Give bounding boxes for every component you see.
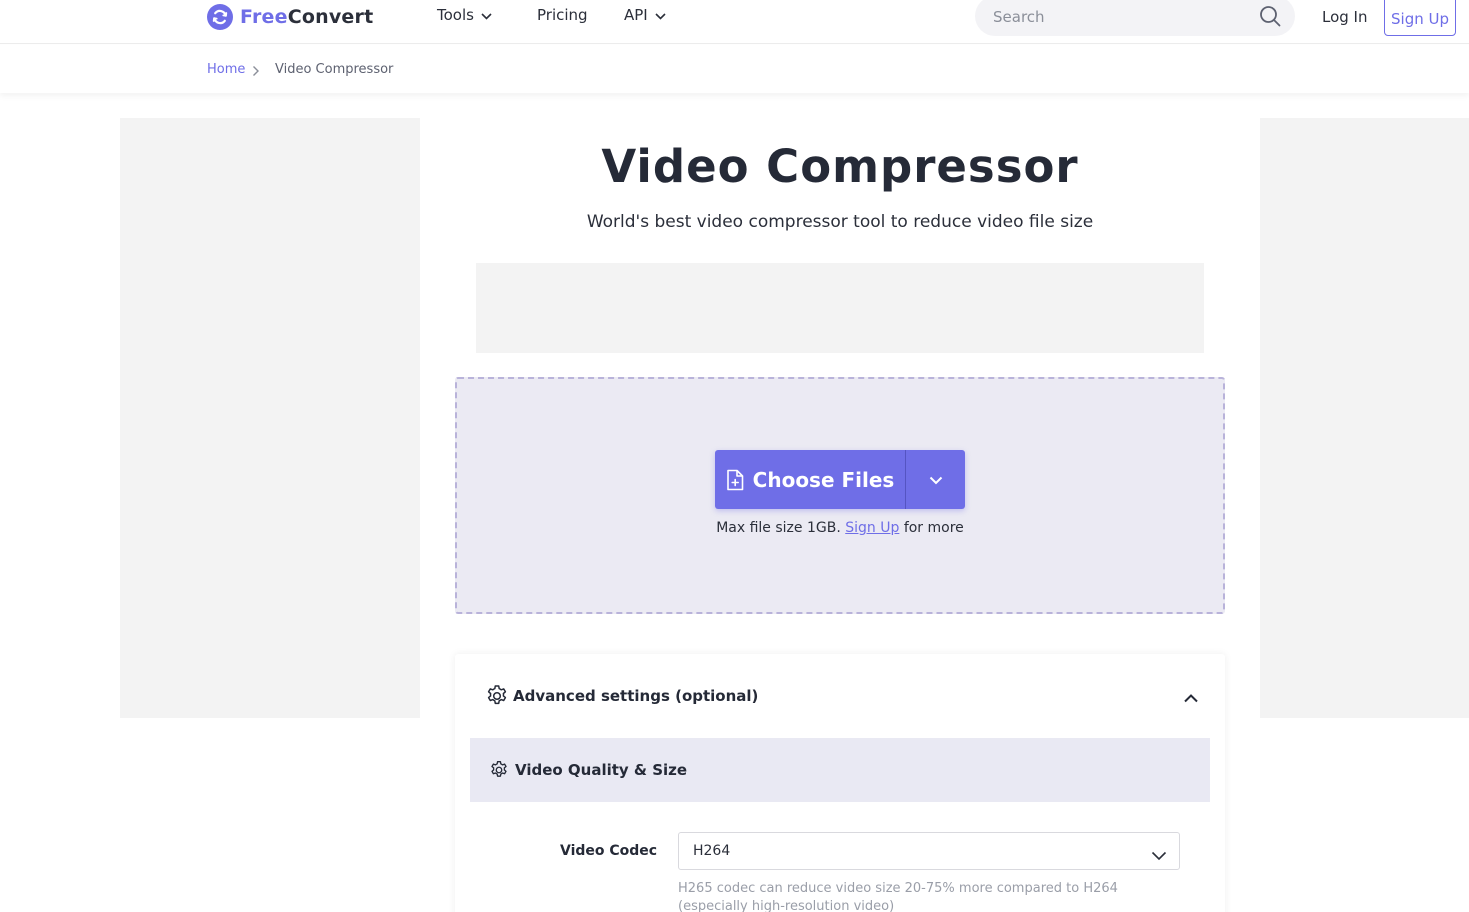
max-file-size-suffix: for more: [903, 520, 964, 536]
chevron-down-icon: [481, 6, 492, 24]
nav-tools-label: Tools: [437, 6, 474, 24]
video-codec-label: Video Codec: [560, 843, 658, 859]
file-dropzone[interactable]: Choose Files Max file size 1GB. Sign Up …: [455, 377, 1225, 614]
gear-icon: [485, 684, 509, 708]
chevron-down-icon: [1151, 846, 1167, 861]
ad-placeholder-banner: [476, 263, 1204, 353]
chevron-right-icon: [252, 62, 262, 76]
nav-api-label: API: [624, 6, 648, 24]
nav-pricing[interactable]: Pricing: [537, 6, 588, 24]
search-icon[interactable]: [1259, 5, 1281, 27]
choose-files-button[interactable]: Choose Files: [715, 450, 905, 509]
logo-text-free: Free: [240, 6, 288, 28]
chevron-down-icon: [655, 6, 666, 24]
signup-button[interactable]: Sign Up: [1384, 0, 1456, 36]
video-codec-value: H264: [693, 843, 731, 859]
top-navbar: FreeConvert Tools Pricing API Log In Sig…: [0, 0, 1469, 44]
search-box: [975, 0, 1295, 36]
max-file-size-note: Max file size 1GB. Sign Up for more: [457, 520, 1223, 536]
advanced-settings-header[interactable]: Advanced settings (optional): [485, 684, 758, 708]
ad-placeholder-left: [120, 118, 420, 718]
logo-text-convert: Convert: [287, 6, 374, 28]
freeconvert-logo[interactable]: FreeConvert: [207, 4, 373, 30]
upload-source-dropdown[interactable]: [905, 450, 965, 509]
breadcrumb-home-link[interactable]: Home: [207, 62, 245, 77]
chevron-up-icon[interactable]: [1183, 688, 1201, 703]
nav-pricing-label: Pricing: [537, 6, 588, 24]
logo-sync-icon: [207, 4, 233, 30]
page-subtitle: World's best video compressor tool to re…: [586, 212, 1094, 232]
max-file-size-text: Max file size 1GB.: [716, 520, 841, 536]
gear-icon: [489, 760, 509, 780]
login-link[interactable]: Log In: [1322, 8, 1368, 26]
advanced-settings-title: Advanced settings (optional): [513, 687, 759, 705]
choose-files-label: Choose Files: [752, 467, 895, 492]
breadcrumb: Home Video Compressor: [0, 45, 1469, 93]
video-codec-select[interactable]: H264: [678, 832, 1180, 870]
video-quality-section-header[interactable]: Video Quality & Size: [470, 738, 1210, 802]
breadcrumb-current: Video Compressor: [275, 62, 394, 77]
ad-placeholder-right: [1260, 118, 1469, 718]
video-quality-section-title: Video Quality & Size: [515, 761, 688, 779]
chevron-down-icon: [929, 470, 943, 489]
nav-api[interactable]: API: [624, 6, 666, 24]
logo-text: FreeConvert: [240, 6, 373, 28]
search-input[interactable]: [993, 6, 1243, 28]
choose-files-group: Choose Files: [715, 450, 965, 509]
signup-link[interactable]: Sign Up: [845, 520, 899, 536]
nav-tools[interactable]: Tools: [437, 6, 492, 24]
page-title: Video Compressor: [601, 140, 1079, 193]
advanced-settings-card: Advanced settings (optional) Video Quali…: [455, 654, 1225, 912]
video-codec-hint: H265 codec can reduce video size 20-75% …: [678, 881, 1118, 912]
file-add-icon: [726, 469, 744, 491]
